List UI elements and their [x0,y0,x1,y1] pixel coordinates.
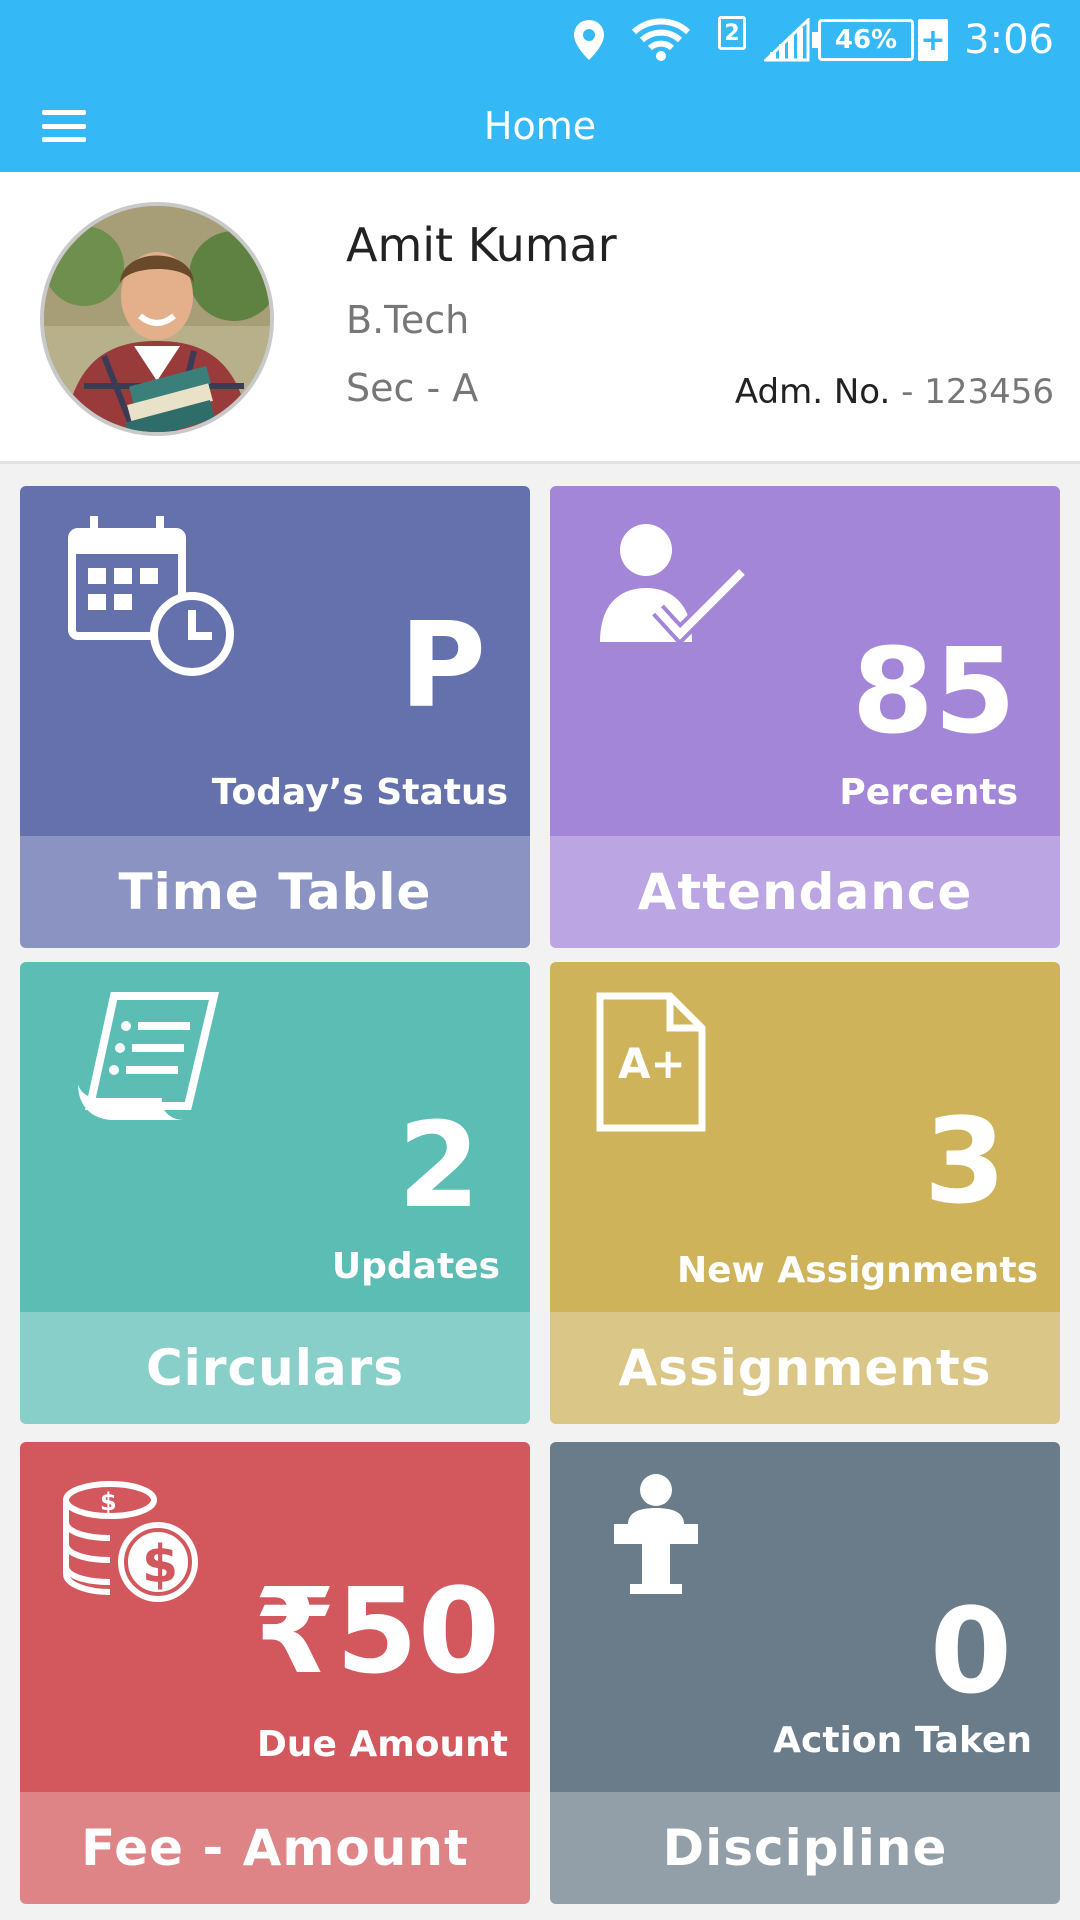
battery-indicator: 46% + [810,0,948,80]
battery-level: 46% [834,25,898,55]
svg-text:$: $ [142,1535,178,1595]
tile-title: Circulars [20,1312,530,1424]
student-course: B.Tech [346,298,470,342]
graded-document-icon: A+ [596,992,706,1136]
battery-icon: 46% [818,19,914,61]
wifi-icon [632,0,690,80]
tile-value: 0 [929,1582,1012,1720]
admission-value: - 123456 [890,372,1054,412]
status-bar: 2 46% + 3:06 [0,0,1080,80]
location-icon [572,0,606,80]
tile-title: Time Table [20,836,530,948]
tile-top: 85 Percents [550,486,1060,836]
signal-icon [764,0,810,80]
sim-badge-icon: 2 [718,0,746,80]
admission-label: Adm. No. [734,372,891,412]
calendar-clock-icon [66,510,236,684]
tile-caption: Due Amount [256,1724,508,1765]
tile-value: ₹50 [253,1562,500,1700]
svg-text:A+: A+ [618,1039,686,1088]
tile-caption: Updates [331,1246,500,1287]
podium-speaker-icon [614,1472,698,1600]
tile-circulars[interactable]: 2 Updates Circulars [20,962,530,1424]
tile-title: Fee - Amount [20,1792,530,1904]
tile-caption: Today’s Status [211,772,508,813]
tile-time-table[interactable]: P Today’s Status Time Table [20,486,530,948]
tile-caption: Action Taken [773,1720,1032,1761]
svg-text:$: $ [100,1488,117,1516]
tile-value: P [399,596,486,734]
user-check-icon [596,516,748,650]
sim-badge: 2 [718,16,746,50]
student-name: Amit Kumar [346,218,617,272]
app-bar: Home [0,80,1080,172]
page-title: Home [483,104,597,148]
tile-top: A+ 3 New Assignments [550,962,1060,1312]
clock: 3:06 [964,17,1054,63]
student-section: Sec - A [346,366,479,410]
tile-top: 0 Action Taken [550,1442,1060,1792]
tile-assignments[interactable]: A+ 3 New Assignments Assignments [550,962,1060,1424]
tile-attendance[interactable]: 85 Percents Attendance [550,486,1060,948]
tile-title: Discipline [550,1792,1060,1904]
tile-fee-amount[interactable]: $ $ ₹50 Due Amount Fee - Amount [20,1442,530,1904]
tile-discipline[interactable]: 0 Action Taken Discipline [550,1442,1060,1904]
tile-top: P Today’s Status [20,486,530,836]
tile-value: 2 [397,1096,480,1234]
charging-icon: + [918,19,948,61]
admission-number: Adm. No. - 123456 [735,372,1054,412]
profile-card[interactable]: Amit Kumar B.Tech Sec - A Adm. No. - 123… [0,172,1080,464]
coins-dollar-icon: $ $ [62,1478,202,1612]
tile-value: 3 [923,1092,1006,1230]
tile-caption: Percents [839,772,1018,813]
tile-title: Attendance [550,836,1060,948]
tile-top: 2 Updates [20,962,530,1312]
tile-value: 85 [851,622,1016,760]
scroll-list-icon [74,988,224,1132]
tile-title: Assignments [550,1312,1060,1424]
avatar[interactable] [40,202,274,436]
tile-top: $ $ ₹50 Due Amount [20,1442,530,1792]
tile-caption: New Assignments [677,1250,1038,1291]
